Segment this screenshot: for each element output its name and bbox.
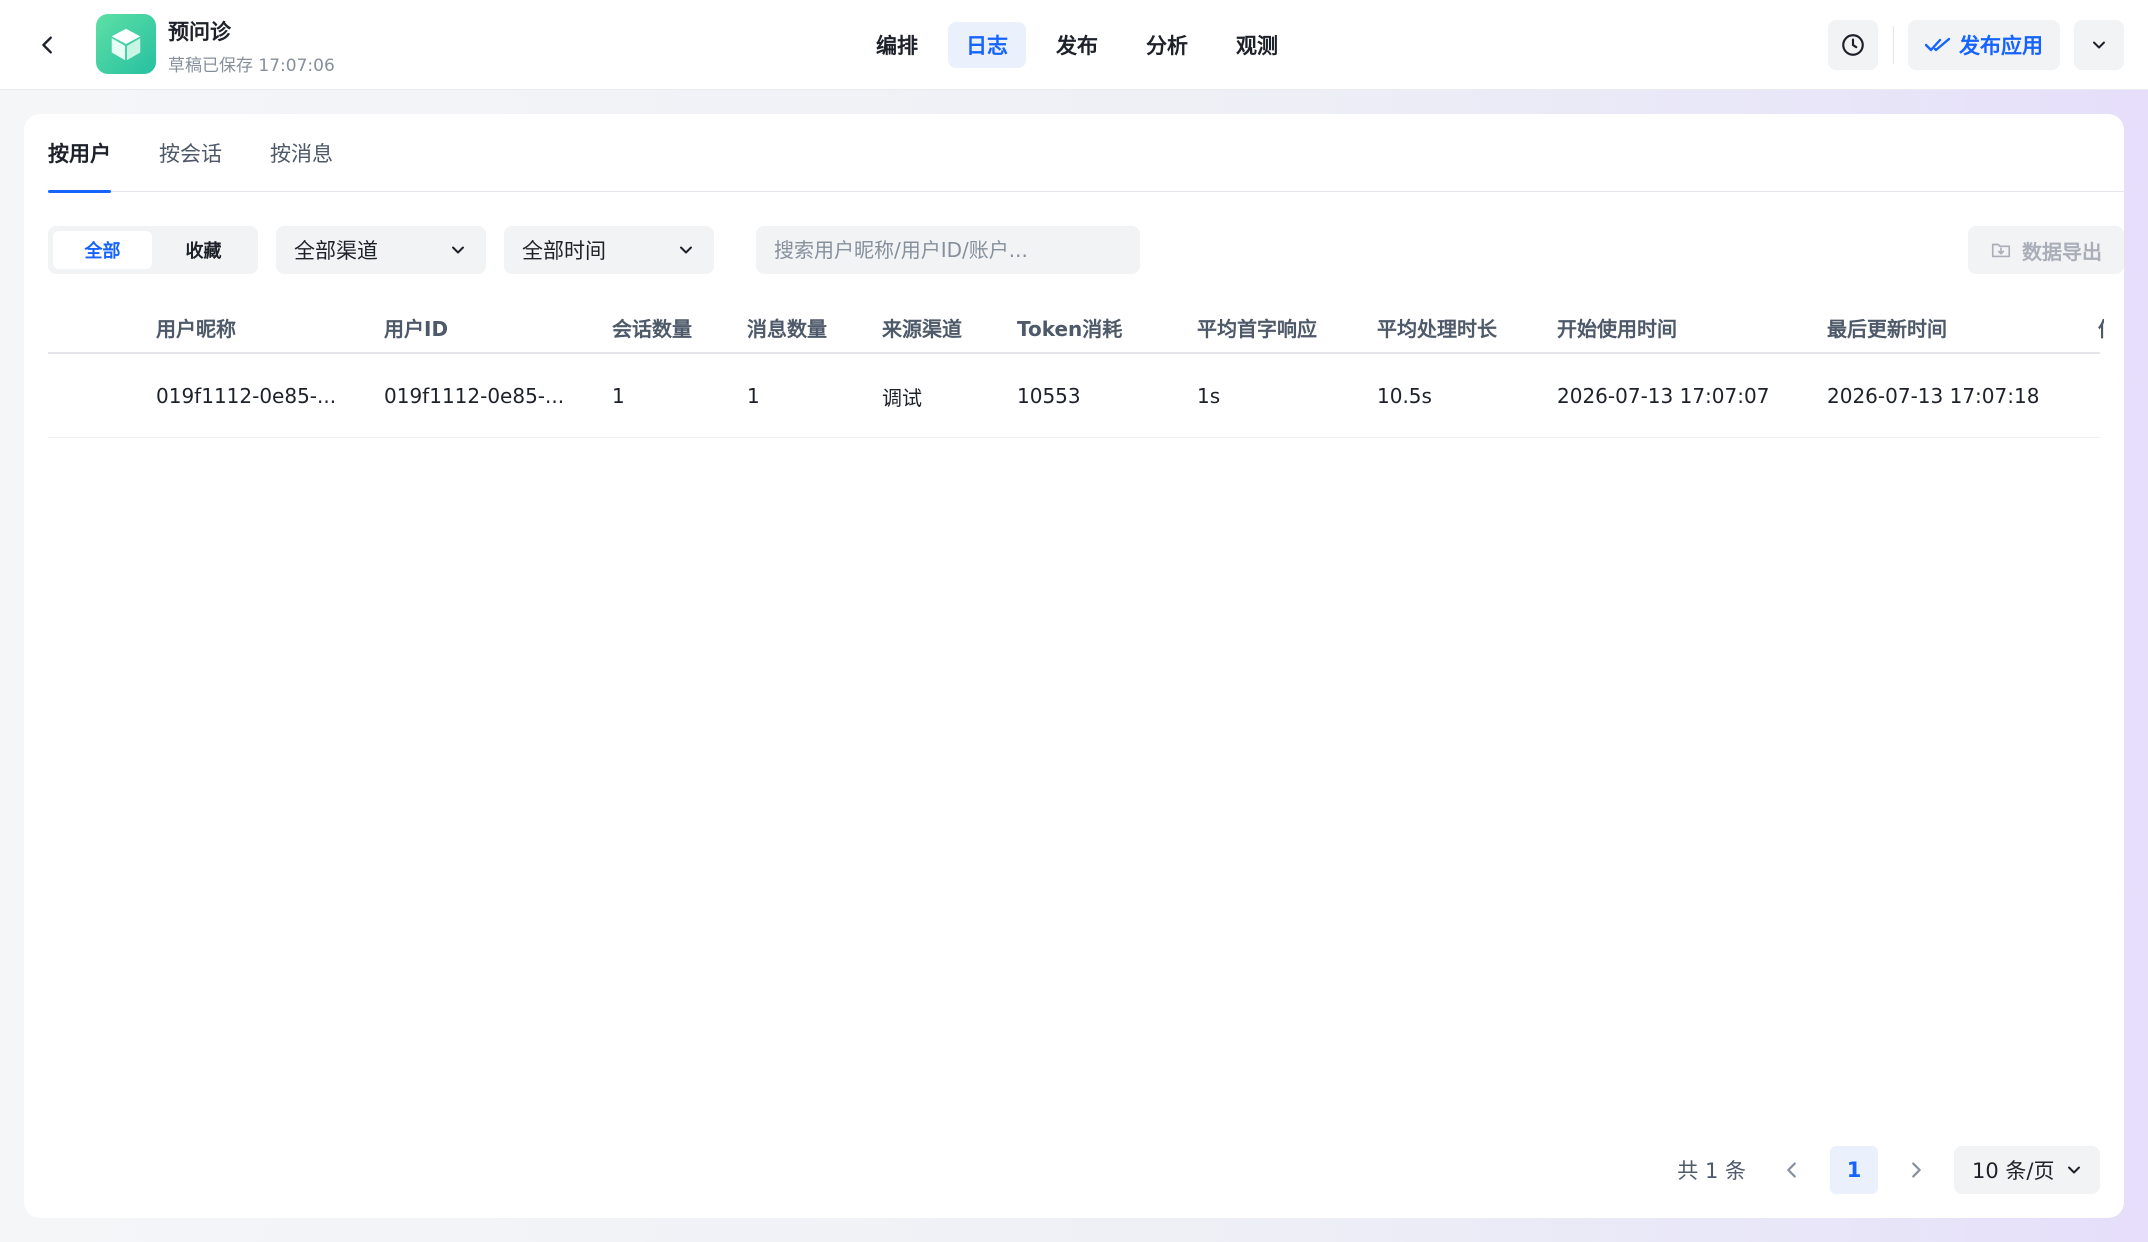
nav-arrange[interactable]: 编排	[858, 22, 936, 68]
cell-user-id: 019f1112-0e85-...	[384, 384, 565, 408]
top-header: 预问诊 草稿已保存 17:07:06 编排 日志 发布 分析 观测 发布应用	[0, 0, 2148, 90]
nav-analysis[interactable]: 分析	[1128, 22, 1206, 68]
cell-token-usage: 10553	[1017, 384, 1081, 408]
history-button[interactable]	[1828, 20, 1878, 70]
table-header: 用户昵称 用户ID 会话数量 消息数量 来源渠道 Token消耗 平均首字响应 …	[48, 300, 2104, 354]
chevron-down-icon	[2068, 1166, 2080, 1174]
col-truncated-edge: 信	[2098, 300, 2104, 354]
export-data-label: 数据导出	[2022, 239, 2102, 264]
page-number-current[interactable]: 1	[1830, 1146, 1878, 1194]
cell-source-channel: 调试	[882, 385, 922, 410]
col-start-time[interactable]: 开始使用时间	[1557, 300, 1677, 354]
publish-app-button[interactable]: 发布应用	[1908, 20, 2060, 70]
page-size-select[interactable]: 10 条/页	[1954, 1146, 2100, 1194]
export-data-button[interactable]: 数据导出	[1968, 226, 2124, 274]
export-icon	[1991, 243, 2011, 258]
header-divider	[1893, 26, 1894, 64]
cube-icon	[111, 28, 141, 61]
nav-observe[interactable]: 观测	[1218, 22, 1296, 68]
channel-select-value: 全部渠道	[294, 239, 378, 263]
publish-more-button[interactable]	[2074, 20, 2124, 70]
time-select-value: 全部时间	[522, 239, 606, 263]
app-name: 预问诊	[168, 20, 231, 44]
chevron-down-icon	[680, 246, 692, 254]
next-page-button[interactable]	[1896, 1146, 1936, 1194]
log-tabs: 按用户 按会话 按消息	[48, 114, 2124, 193]
app-logo	[96, 14, 156, 74]
chevron-down-icon	[452, 246, 464, 254]
search-input[interactable]	[756, 226, 1140, 274]
publish-app-label: 发布应用	[1959, 34, 2043, 58]
main-nav: 编排 日志 发布 分析 观测	[858, 22, 1296, 68]
chevron-down-icon	[2093, 41, 2105, 49]
cell-message-count: 1	[747, 384, 760, 408]
chevron-left-icon	[1787, 1162, 1796, 1178]
back-icon	[42, 36, 52, 54]
save-status: 草稿已保存 17:07:06	[168, 56, 335, 76]
col-last-updated[interactable]: 最后更新时间	[1827, 300, 1947, 354]
chevron-right-icon	[1912, 1162, 1921, 1178]
cell-session-count: 1	[612, 384, 625, 408]
segment-favorites[interactable]: 收藏	[154, 231, 253, 269]
col-source-channel[interactable]: 来源渠道	[882, 300, 962, 354]
col-user-id[interactable]: 用户ID	[384, 300, 448, 354]
cell-avg-duration: 10.5s	[1377, 384, 1432, 408]
favorite-segment: 全部 收藏	[48, 226, 258, 274]
col-message-count[interactable]: 消息数量	[747, 300, 827, 354]
app-root: 预问诊 草稿已保存 17:07:06 编排 日志 发布 分析 观测 发布应用 按…	[0, 0, 2148, 1242]
prev-page-button[interactable]	[1772, 1146, 1812, 1194]
time-select[interactable]: 全部时间	[504, 226, 714, 274]
cell-avg-first-token: 1s	[1197, 384, 1221, 408]
col-session-count[interactable]: 会话数量	[612, 300, 692, 354]
total-count: 共 1 条	[1677, 1159, 1746, 1183]
back-button[interactable]	[30, 27, 66, 63]
col-avg-first-token[interactable]: 平均首字响应	[1197, 300, 1317, 354]
page-size-value: 10 条/页	[1972, 1159, 2055, 1183]
cell-start-time: 2026-07-13 17:07:07	[1557, 384, 1770, 408]
col-token-usage[interactable]: Token消耗	[1017, 300, 1122, 354]
filter-row: 全部 收藏 全部渠道 全部时间 数据导出	[48, 226, 2124, 274]
nav-logs[interactable]: 日志	[948, 22, 1026, 68]
user-log-table: 用户昵称 用户ID 会话数量 消息数量 来源渠道 Token消耗 平均首字响应 …	[48, 300, 2104, 438]
nav-publish[interactable]: 发布	[1038, 22, 1116, 68]
segment-all[interactable]: 全部	[53, 231, 152, 269]
pagination: 共 1 条 1 10 条/页	[1677, 1146, 2100, 1194]
tab-by-session[interactable]: 按会话	[159, 114, 222, 192]
cell-user-nickname: 019f1112-0e85-...	[156, 384, 337, 408]
col-user-nickname[interactable]: 用户昵称	[156, 300, 236, 354]
double-check-icon	[1925, 37, 1951, 52]
tab-by-message[interactable]: 按消息	[270, 114, 333, 192]
table-row[interactable]: 019f1112-0e85-... 019f1112-0e85-... 1 1 …	[48, 354, 2100, 438]
clock-icon	[1842, 34, 1864, 56]
tab-by-user[interactable]: 按用户	[48, 114, 111, 193]
logs-card: 按用户 按会话 按消息 全部 收藏 全部渠道 全部时间 搜索用户昵称/用户ID/…	[24, 114, 2124, 1218]
channel-select[interactable]: 全部渠道	[276, 226, 486, 274]
col-avg-duration[interactable]: 平均处理时长	[1377, 300, 1497, 354]
cell-last-updated: 2026-07-13 17:07:18	[1827, 384, 2040, 408]
